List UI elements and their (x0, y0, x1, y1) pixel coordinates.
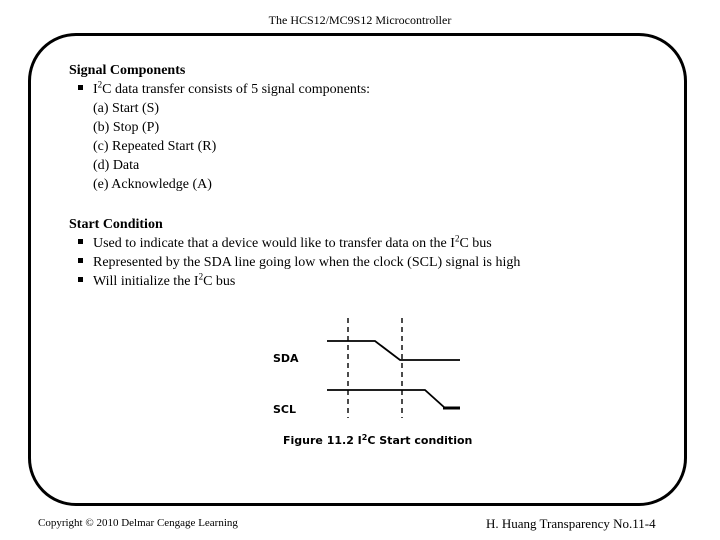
sub-item-repeated-start: (c) Repeated Start (R) (93, 139, 217, 154)
sub-item-stop: (b) Stop (P) (93, 120, 160, 135)
slide-content: Signal Components I2C data transfer cons… (69, 62, 629, 291)
figure-caption: Figure 11.2 I2C Start condition (283, 433, 472, 447)
sda-waveform (327, 340, 460, 361)
figure-caption-pre: Figure 11.2 I (283, 434, 362, 447)
bullet-item-will-initialize: Will initialize the I2C bus (69, 272, 629, 291)
header-title-text: The HCS12/MC9S12 Microcontroller (268, 13, 452, 27)
bullet-item-used-to-indicate: Used to indicate that a device would lik… (69, 234, 629, 253)
square-bullet-icon (78, 258, 83, 263)
bullet-text-part-b: C bus (203, 274, 236, 289)
figure-caption-post: C Start condition (367, 434, 472, 447)
sub-item-acknowledge: (e) Acknowledge (A) (93, 177, 212, 192)
timing-diagram: SDA SCL Figure 11.2 I2C Start condition (255, 310, 485, 460)
bullet-text-part-a: Used to indicate that a device would lik… (93, 236, 455, 251)
footer-copyright: Copyright © 2010 Delmar Cengage Learning (38, 517, 238, 529)
bullet-text-part-b: C data transfer consists of 5 signal com… (102, 82, 371, 97)
signal-label-scl: SCL (273, 403, 296, 416)
bullet-text: Represented by the SDA line going low wh… (93, 255, 521, 270)
slide-header-title: The HCS12/MC9S12 Microcontroller (0, 13, 720, 27)
bullet-text-part-b: C bus (459, 236, 492, 251)
bullet-item-i2c-components: I2C data transfer consists of 5 signal c… (69, 80, 629, 99)
sub-item-data: (d) Data (93, 158, 140, 173)
slide-canvas: The HCS12/MC9S12 Microcontroller Signal … (0, 0, 720, 540)
sub-item-start: (a) Start (S) (93, 101, 160, 116)
square-bullet-icon (78, 85, 83, 90)
bullet-text-part-a: Will initialize the I (93, 274, 199, 289)
scl-waveform (327, 389, 460, 409)
section-heading-start-condition: Start Condition (69, 217, 163, 232)
footer-attribution: H. Huang Transparency No.11-4 (486, 516, 656, 531)
square-bullet-icon (78, 277, 83, 282)
section-heading-signal-components: Signal Components (69, 63, 186, 78)
square-bullet-icon (78, 239, 83, 244)
bullet-item-represented-by-sda: Represented by the SDA line going low wh… (69, 253, 629, 272)
signal-label-sda: SDA (273, 352, 299, 365)
